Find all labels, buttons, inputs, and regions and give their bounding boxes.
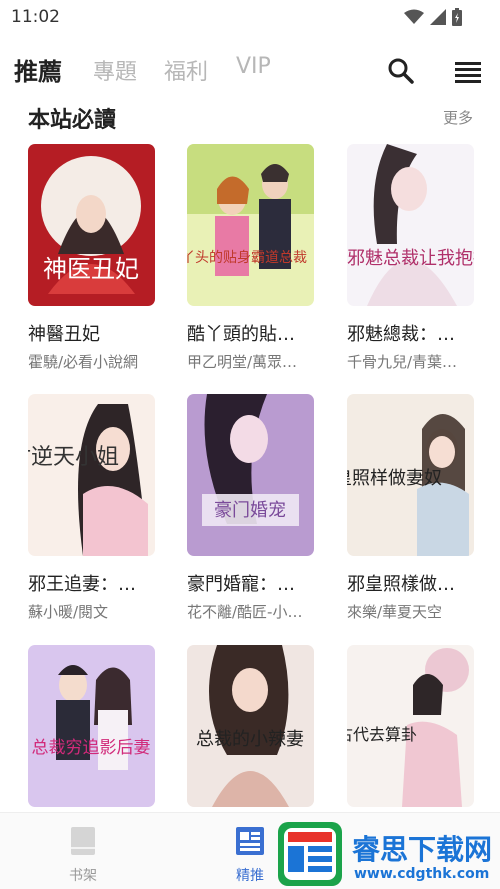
- book-author-source: 甲乙明堂/萬眾…: [187, 353, 298, 371]
- book-item[interactable]: 豪门婚宠 豪門婚寵：… 花不離/酷匠-小…: [187, 394, 315, 622]
- search-icon[interactable]: [386, 56, 416, 86]
- watermark-logo-icon: [278, 822, 342, 886]
- book-title: 邪皇照樣做…: [347, 574, 455, 595]
- book-author-source: 蘇小暖/閱文: [28, 603, 109, 621]
- cover-text: 豪门婚宠: [214, 500, 286, 521]
- cover-text: 邪皇照样做妻奴: [347, 468, 442, 489]
- cover-text: 废材逆天小姐: [28, 445, 119, 470]
- bottom-nav-featured[interactable]: 精推: [220, 827, 280, 885]
- book-author-source: 千骨九兒/青葉…: [347, 353, 458, 371]
- more-link[interactable]: 更多: [443, 107, 473, 128]
- section-title: 本站必讀: [28, 108, 117, 133]
- tab-welfare[interactable]: 福利: [164, 54, 208, 86]
- featured-icon: [236, 827, 264, 855]
- book-title: 豪門婚寵：…: [187, 574, 295, 595]
- book-cover[interactable]: 邪皇照样做妻奴: [347, 394, 474, 556]
- menu-icon[interactable]: [453, 56, 483, 86]
- watermark: 睿思下载网 www.cdgthk.com: [272, 820, 500, 889]
- bookshelf-icon: [71, 827, 95, 855]
- book-cover[interactable]: 古代去算卦: [347, 645, 474, 807]
- wifi-icon: [404, 9, 424, 24]
- cover-text: 酷丫头的贴身霸道总裁: [187, 250, 307, 266]
- book-item[interactable]: 神医丑妃 神醫丑妃 霍驍/必看小說網: [28, 144, 156, 372]
- battery-icon: [452, 8, 462, 26]
- book-author-source: 霍驍/必看小說網: [28, 353, 139, 371]
- signal-icon: [430, 9, 446, 25]
- cover-text: 神医丑妃: [43, 255, 139, 283]
- tab-recommend[interactable]: 推薦: [14, 52, 62, 87]
- watermark-url: www.cdgthk.com: [354, 866, 490, 882]
- watermark-text: 睿思下载网: [352, 833, 493, 866]
- bottom-nav-label: 精推: [236, 868, 264, 884]
- book-item[interactable]: 废材逆天小姐 邪王追妻：… 蘇小暖/閱文: [28, 394, 156, 622]
- book-item[interactable]: 邪皇照样做妻奴 邪皇照樣做… 來樂/華夏天空: [347, 394, 475, 622]
- book-cover[interactable]: 废材逆天小姐: [28, 394, 155, 556]
- bottom-nav-bookshelf[interactable]: 书架: [53, 827, 113, 885]
- book-item[interactable]: 总裁的小辣妻: [187, 645, 315, 807]
- section-header: 本站必讀 更多: [0, 100, 500, 140]
- book-cover[interactable]: 豪门婚宠: [187, 394, 314, 556]
- cover-text: 古代去算卦: [347, 725, 417, 744]
- status-bar: 11:02: [0, 0, 500, 36]
- book-title: 神醫丑妃: [28, 324, 100, 345]
- tab-topics[interactable]: 專題: [93, 54, 137, 86]
- book-item[interactable]: 总裁穷追影后妻: [28, 645, 156, 807]
- book-title: 邪魅總裁：…: [347, 324, 455, 345]
- book-author-source: 花不離/酷匠-小…: [187, 603, 303, 621]
- book-item[interactable]: 古代去算卦: [347, 645, 475, 807]
- cover-text: 邪魅总裁让我抱抱: [347, 248, 474, 269]
- cover-text: 总裁穷追影后妻: [32, 738, 151, 758]
- book-item[interactable]: 酷丫头的贴身霸道总裁 酷丫頭的貼… 甲乙明堂/萬眾…: [187, 144, 315, 372]
- status-time: 11:02: [11, 7, 60, 27]
- book-cover[interactable]: 神医丑妃: [28, 144, 155, 306]
- cover-text: 总裁的小辣妻: [196, 729, 304, 750]
- bottom-nav-label: 书架: [69, 868, 97, 884]
- tab-vip[interactable]: VIP: [236, 54, 271, 79]
- top-nav: 推薦 專題 福利 VIP: [0, 46, 500, 96]
- book-title: 邪王追妻：…: [28, 574, 136, 595]
- book-cover[interactable]: 总裁的小辣妻: [187, 645, 314, 807]
- status-icons: [404, 8, 462, 26]
- book-cover[interactable]: 总裁穷追影后妻: [28, 645, 155, 807]
- book-title: 酷丫頭的貼…: [187, 324, 295, 345]
- book-item[interactable]: 邪魅总裁让我抱抱 邪魅總裁：… 千骨九兒/青葉…: [347, 144, 475, 372]
- book-cover[interactable]: 邪魅总裁让我抱抱: [347, 144, 474, 306]
- book-author-source: 來樂/華夏天空: [347, 603, 443, 621]
- book-cover[interactable]: 酷丫头的贴身霸道总裁: [187, 144, 314, 306]
